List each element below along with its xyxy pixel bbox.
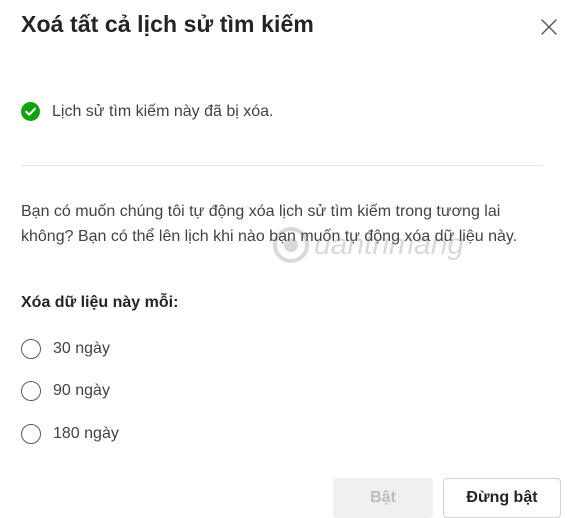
frequency-label: Xóa dữ liệu này mỗi: <box>21 294 179 311</box>
option-90-days[interactable]: 90 ngày <box>21 381 110 401</box>
radio-button[interactable] <box>21 424 41 444</box>
dont-enable-button[interactable]: Đừng bật <box>443 478 561 518</box>
option-30-days[interactable]: 30 ngày <box>21 339 110 359</box>
status-text: Lịch sử tìm kiếm này đã bị xóa. <box>52 102 274 120</box>
option-180-days[interactable]: 180 ngày <box>21 424 119 444</box>
auto-delete-dialog: Xoá tất cả lịch sử tìm kiếm Lịch sử tìm … <box>0 0 567 518</box>
close-button[interactable] <box>537 17 561 41</box>
divider <box>21 165 543 166</box>
option-label: 180 ngày <box>53 425 119 442</box>
dialog-title: Xoá tất cả lịch sử tìm kiếm <box>21 11 314 37</box>
option-label: 90 ngày <box>53 382 110 399</box>
enable-button[interactable]: Bật <box>333 478 433 518</box>
radio-button[interactable] <box>21 381 41 401</box>
option-label: 30 ngày <box>53 340 110 357</box>
description-text: Bạn có muốn chúng tôi tự động xóa lịch s… <box>21 203 518 245</box>
close-icon <box>540 18 558 41</box>
checkmark-circle-icon <box>21 102 40 121</box>
radio-button[interactable] <box>21 339 41 359</box>
status-message: Lịch sử tìm kiếm này đã bị xóa. <box>21 102 273 121</box>
